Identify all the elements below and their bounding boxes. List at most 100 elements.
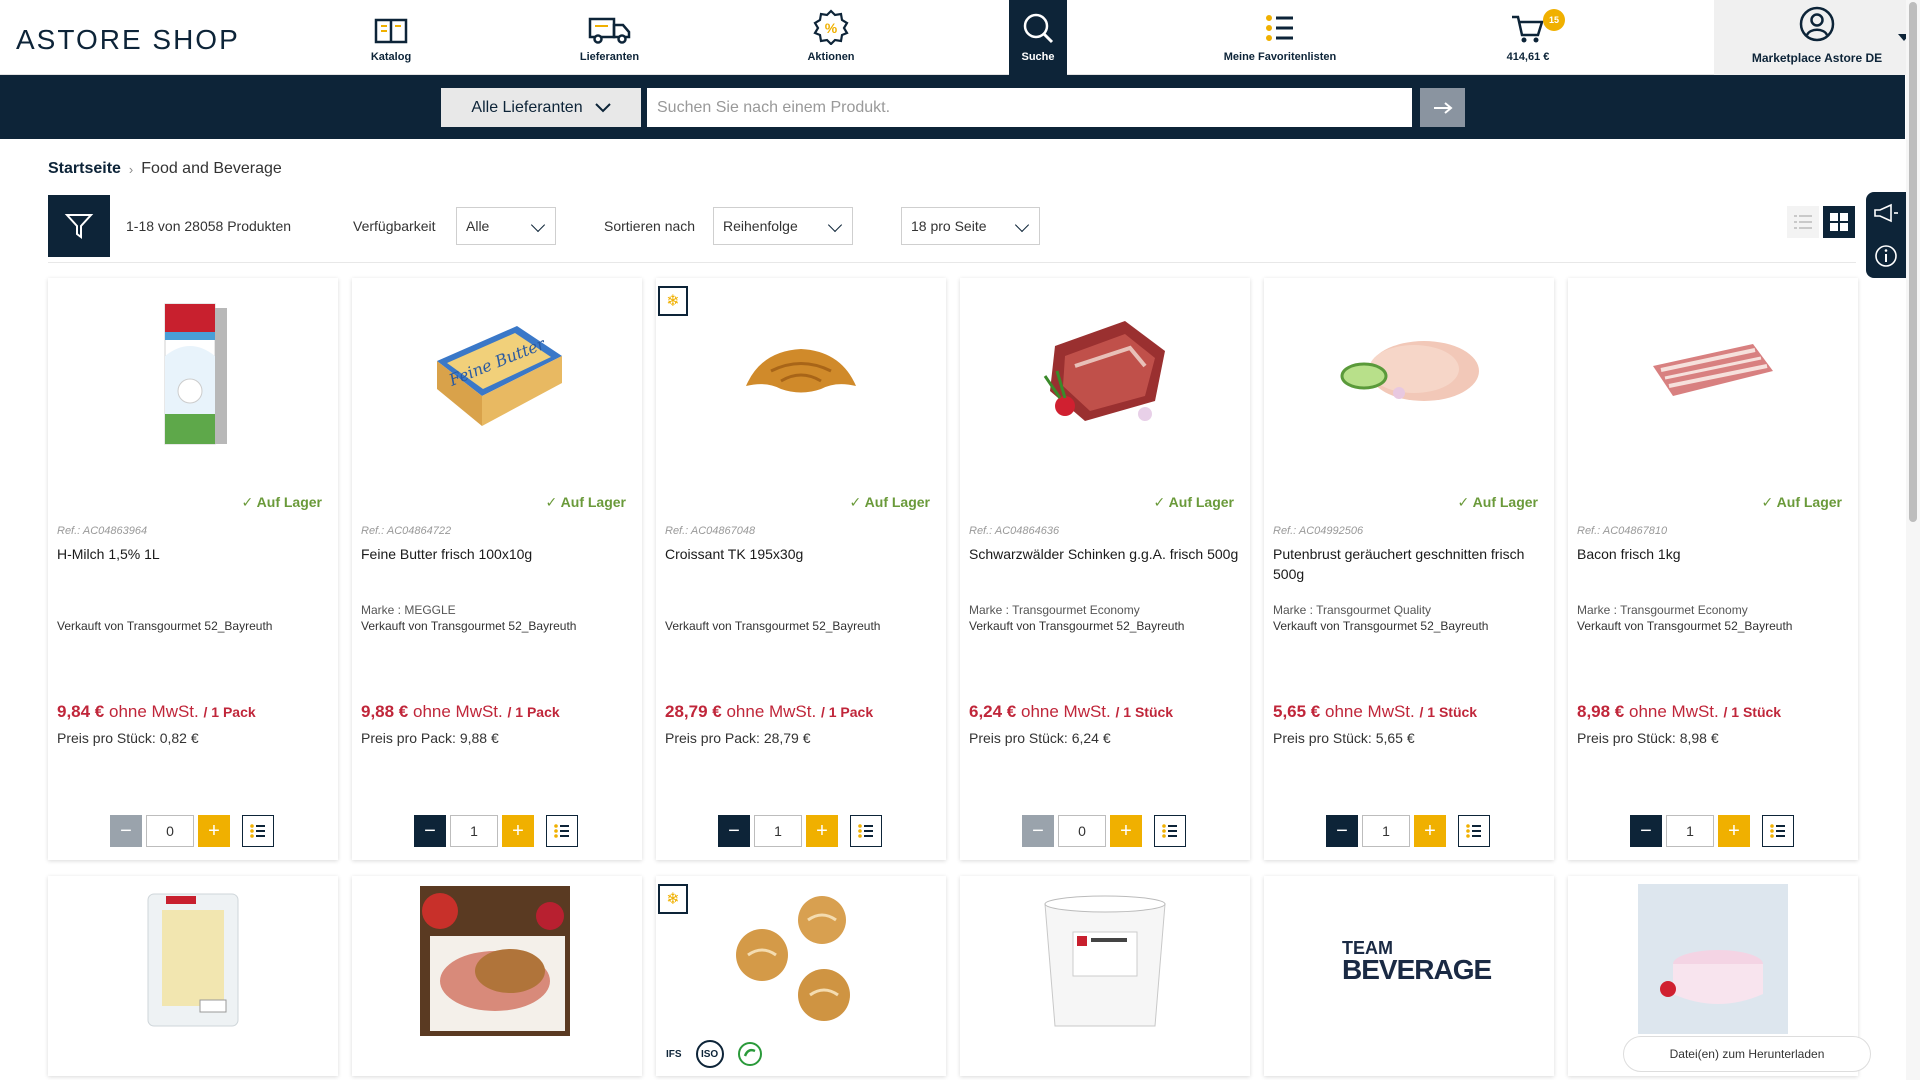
tax-note: ohne MwSt. bbox=[1320, 702, 1420, 721]
add-to-list-button[interactable] bbox=[546, 815, 578, 847]
shop-logo[interactable]: ASTORE SHOP bbox=[16, 24, 240, 56]
quantity-input[interactable]: 0 bbox=[146, 815, 194, 847]
product-seller: Verkauft von Transgourmet 52_Bayreuth bbox=[1273, 619, 1489, 633]
quantity-input[interactable]: 1 bbox=[754, 815, 802, 847]
increase-button[interactable]: + bbox=[1414, 815, 1446, 847]
quantity-stepper: − 1 + bbox=[1326, 815, 1490, 847]
product-price: 6,24 € ohne MwSt. / 1 Stück bbox=[969, 702, 1173, 722]
increase-button[interactable]: + bbox=[806, 815, 838, 847]
quantity-input[interactable]: 1 bbox=[1666, 815, 1714, 847]
sort-select[interactable]: Reihenfolge bbox=[713, 207, 853, 245]
cart-button[interactable]: 15 414,61 € bbox=[1495, 0, 1565, 75]
product-image[interactable] bbox=[138, 890, 248, 1030]
decrease-button[interactable]: − bbox=[1326, 815, 1358, 847]
price-value: 9,84 € bbox=[57, 702, 105, 721]
decrease-button[interactable]: − bbox=[414, 815, 446, 847]
stock-status: ✓ Auf Lager bbox=[849, 494, 930, 510]
product-card[interactable]: ✓ Auf Lager Ref.: AC04867810 Bacon frisc… bbox=[1568, 278, 1858, 860]
product-image[interactable] bbox=[732, 890, 862, 1025]
increase-button[interactable]: + bbox=[502, 815, 534, 847]
breadcrumb-home[interactable]: Startseite bbox=[48, 160, 121, 178]
product-card[interactable] bbox=[352, 876, 642, 1076]
product-card[interactable]: Feine Butter ✓ Auf Lager Ref.: AC0486472… bbox=[352, 278, 642, 860]
product-image[interactable] bbox=[1568, 278, 1858, 463]
add-to-list-button[interactable] bbox=[1762, 815, 1794, 847]
quantity-input[interactable]: 0 bbox=[1058, 815, 1106, 847]
search-input[interactable] bbox=[647, 88, 1412, 127]
per-page-select[interactable]: 18 pro Seite bbox=[901, 207, 1040, 245]
info-icon[interactable] bbox=[1874, 244, 1898, 268]
product-card[interactable]: ✓ Auf Lager Ref.: AC04992506 Putenbrust … bbox=[1264, 278, 1554, 860]
product-card[interactable]: ❄ IFS ISO bbox=[656, 876, 946, 1076]
add-to-list-button[interactable] bbox=[242, 815, 274, 847]
product-ref: Ref.: AC04992506 bbox=[1273, 525, 1364, 537]
decrease-button[interactable]: − bbox=[718, 815, 750, 847]
list-icon bbox=[250, 824, 265, 838]
sort-value: Reihenfolge bbox=[723, 218, 798, 234]
account-menu[interactable]: Marketplace Astore DE bbox=[1714, 0, 1920, 75]
product-card[interactable]: ✓ Auf Lager Ref.: AC04864636 Schwarzwäld… bbox=[960, 278, 1250, 860]
nav-suche[interactable]: Suche bbox=[1009, 0, 1067, 75]
download-files-button[interactable]: Datei(en) zum Herunterladen bbox=[1623, 1036, 1871, 1072]
list-view-icon bbox=[1794, 215, 1812, 229]
product-image[interactable] bbox=[1638, 884, 1788, 1034]
grid-view-button[interactable] bbox=[1823, 206, 1855, 238]
breadcrumb-current: Food and Beverage bbox=[141, 160, 282, 177]
scrollbar[interactable] bbox=[1906, 0, 1920, 1080]
frozen-icon: ❄ bbox=[658, 884, 688, 914]
supplier-select[interactable]: Alle Lieferanten bbox=[441, 88, 641, 127]
increase-button[interactable]: + bbox=[1718, 815, 1750, 847]
increase-button[interactable]: + bbox=[198, 815, 230, 847]
product-name[interactable]: Bacon frisch 1kg bbox=[1577, 544, 1847, 564]
product-price: 28,79 € ohne MwSt. / 1 Pack bbox=[665, 702, 873, 722]
tax-note: ohne MwSt. bbox=[1016, 702, 1116, 721]
list-view-button[interactable] bbox=[1787, 206, 1819, 238]
quantity-input[interactable]: 1 bbox=[450, 815, 498, 847]
sort-label: Sortieren nach bbox=[604, 218, 696, 234]
product-image[interactable] bbox=[48, 278, 338, 463]
product-image[interactable] bbox=[1035, 892, 1175, 1032]
nav-katalog[interactable]: Katalog bbox=[355, 0, 427, 75]
add-to-list-button[interactable] bbox=[850, 815, 882, 847]
product-card[interactable] bbox=[960, 876, 1250, 1076]
scrollbar-thumb[interactable] bbox=[1909, 2, 1917, 522]
decrease-button[interactable]: − bbox=[110, 815, 142, 847]
product-image[interactable] bbox=[960, 278, 1250, 463]
quantity-stepper: − 0 + bbox=[110, 815, 274, 847]
price-value: 9,88 € bbox=[361, 702, 409, 721]
nav-favoritenlisten[interactable]: Meine Favoritenlisten bbox=[1215, 0, 1345, 75]
increase-button[interactable]: + bbox=[1110, 815, 1142, 847]
megaphone-icon[interactable] bbox=[1873, 203, 1899, 223]
quantity-input[interactable]: 1 bbox=[1362, 815, 1410, 847]
product-name[interactable]: Schwarzwälder Schinken g.g.A. frisch 500… bbox=[969, 544, 1239, 564]
quantity-stepper: − 0 + bbox=[1022, 815, 1186, 847]
decrease-button[interactable]: − bbox=[1022, 815, 1054, 847]
product-name[interactable]: Putenbrust geräuchert geschnitten frisch… bbox=[1273, 544, 1543, 584]
add-to-list-button[interactable] bbox=[1458, 815, 1490, 847]
nav-aktionen[interactable]: % Aktionen bbox=[795, 0, 867, 75]
product-name[interactable]: H-Milch 1,5% 1L bbox=[57, 544, 327, 564]
product-image[interactable] bbox=[656, 278, 946, 463]
product-name[interactable]: Feine Butter frisch 100x10g bbox=[361, 544, 631, 564]
product-card[interactable] bbox=[48, 876, 338, 1076]
product-image[interactable] bbox=[420, 886, 570, 1036]
unit-price: Preis pro Stück: 5,65 € bbox=[1273, 730, 1415, 746]
add-to-list-button[interactable] bbox=[1154, 815, 1186, 847]
decrease-button[interactable]: − bbox=[1630, 815, 1662, 847]
product-card[interactable]: ✓ Auf Lager Ref.: AC04863964 H-Milch 1,5… bbox=[48, 278, 338, 860]
product-card[interactable]: ❄ ✓ Auf Lager Ref.: AC04867048 Croissant… bbox=[656, 278, 946, 860]
product-image[interactable]: Feine Butter bbox=[352, 278, 642, 463]
price-unit: / 1 Stück bbox=[1115, 704, 1174, 720]
stock-label: Auf Lager bbox=[1472, 494, 1538, 510]
product-card[interactable]: TEAM BEVERAGE bbox=[1264, 876, 1554, 1076]
top-header: ASTORE SHOP Katalog Lieferanten % Aktion… bbox=[0, 0, 1920, 75]
product-brand: Marke : MEGGLE bbox=[361, 603, 456, 617]
breadcrumb: Startseite › Food and Beverage bbox=[48, 160, 282, 178]
nav-lieferanten[interactable]: Lieferanten bbox=[572, 0, 647, 75]
search-submit-button[interactable] bbox=[1420, 88, 1465, 127]
product-image[interactable] bbox=[1264, 278, 1554, 463]
availability-select[interactable]: Alle bbox=[456, 207, 556, 245]
filter-button[interactable] bbox=[48, 195, 110, 257]
availability-value: Alle bbox=[466, 218, 490, 234]
product-name[interactable]: Croissant TK 195x30g bbox=[665, 544, 935, 564]
